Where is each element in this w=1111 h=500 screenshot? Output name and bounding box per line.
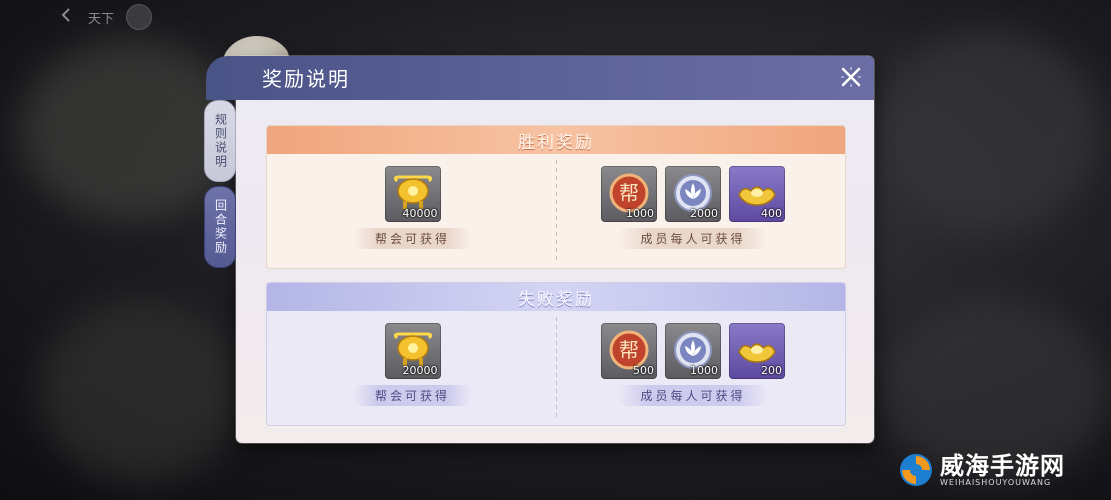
tab-rules-label: 规则说明 — [213, 113, 228, 169]
watermark-logo-icon — [900, 454, 932, 486]
item-quantity: 20000 — [402, 364, 438, 377]
top-bar: 天下 — [58, 4, 153, 30]
reward-item[interactable]: 帮 500 — [601, 323, 657, 379]
gold-cauldron-icon — [393, 332, 432, 366]
watermark-text: 威海手游网 — [940, 451, 1065, 480]
background-texture — [880, 30, 1100, 230]
member-caption: 成员每人可获得 — [618, 228, 768, 249]
item-quantity: 40000 — [402, 207, 438, 220]
tab-round-rewards[interactable]: 回合奖励 — [204, 186, 236, 268]
member-reward-group: 帮 1000 2000 400 成员每人可获得 — [601, 166, 785, 249]
close-icon — [841, 67, 861, 87]
top-bar-label: 天下 — [88, 11, 115, 27]
tab-rules[interactable]: 规则说明 — [204, 100, 236, 182]
guild-caption: 帮会可获得 — [353, 228, 473, 249]
victory-section: 胜利奖励 40000 帮会可获得 帮 1000 2000 400 成员每人可获得 — [266, 125, 846, 269]
member-reward-group: 帮 500 1000 200 成员每人可获得 — [601, 323, 785, 406]
svg-text:帮: 帮 — [619, 338, 639, 362]
item-quantity: 2000 — [690, 207, 718, 220]
background-texture — [40, 300, 240, 480]
item-quantity: 200 — [761, 364, 782, 377]
defeat-title: 失败奖励 — [267, 283, 845, 311]
reward-item[interactable]: 200 — [729, 323, 785, 379]
avatar[interactable] — [126, 4, 153, 30]
guild-reward-group: 20000 帮会可获得 — [353, 323, 473, 406]
tab-round-rewards-label: 回合奖励 — [213, 199, 228, 255]
guild-reward-group: 40000 帮会可获得 — [353, 166, 473, 249]
panel-title: 奖励说明 — [262, 67, 350, 91]
item-quantity: 400 — [761, 207, 782, 220]
reward-item[interactable]: 1000 — [665, 323, 721, 379]
back-arrow-icon[interactable] — [58, 6, 76, 28]
reward-item[interactable]: 400 — [729, 166, 785, 222]
close-button[interactable] — [834, 60, 868, 94]
reward-item[interactable]: 20000 — [384, 323, 441, 379]
svg-text:帮: 帮 — [619, 181, 639, 205]
member-caption: 成员每人可获得 — [618, 385, 768, 406]
item-quantity: 1000 — [626, 207, 654, 220]
watermark: 威海手游网 WEIHAISHOUYOUWANG — [898, 452, 1065, 488]
divider — [556, 317, 557, 417]
reward-item[interactable]: 帮 1000 — [601, 166, 657, 222]
defeat-section: 失败奖励 20000 帮会可获得 帮 500 1000 200 成员每人可获得 — [266, 282, 846, 426]
victory-title: 胜利奖励 — [267, 126, 845, 154]
reward-item[interactable]: 40000 — [384, 166, 441, 222]
reward-item[interactable]: 2000 — [665, 166, 721, 222]
gold-cauldron-icon — [393, 175, 432, 209]
item-quantity: 1000 — [690, 364, 718, 377]
item-quantity: 500 — [633, 364, 654, 377]
divider — [556, 160, 557, 260]
watermark-subtext: WEIHAISHOUYOUWANG — [940, 477, 1052, 487]
guild-caption: 帮会可获得 — [353, 385, 473, 406]
